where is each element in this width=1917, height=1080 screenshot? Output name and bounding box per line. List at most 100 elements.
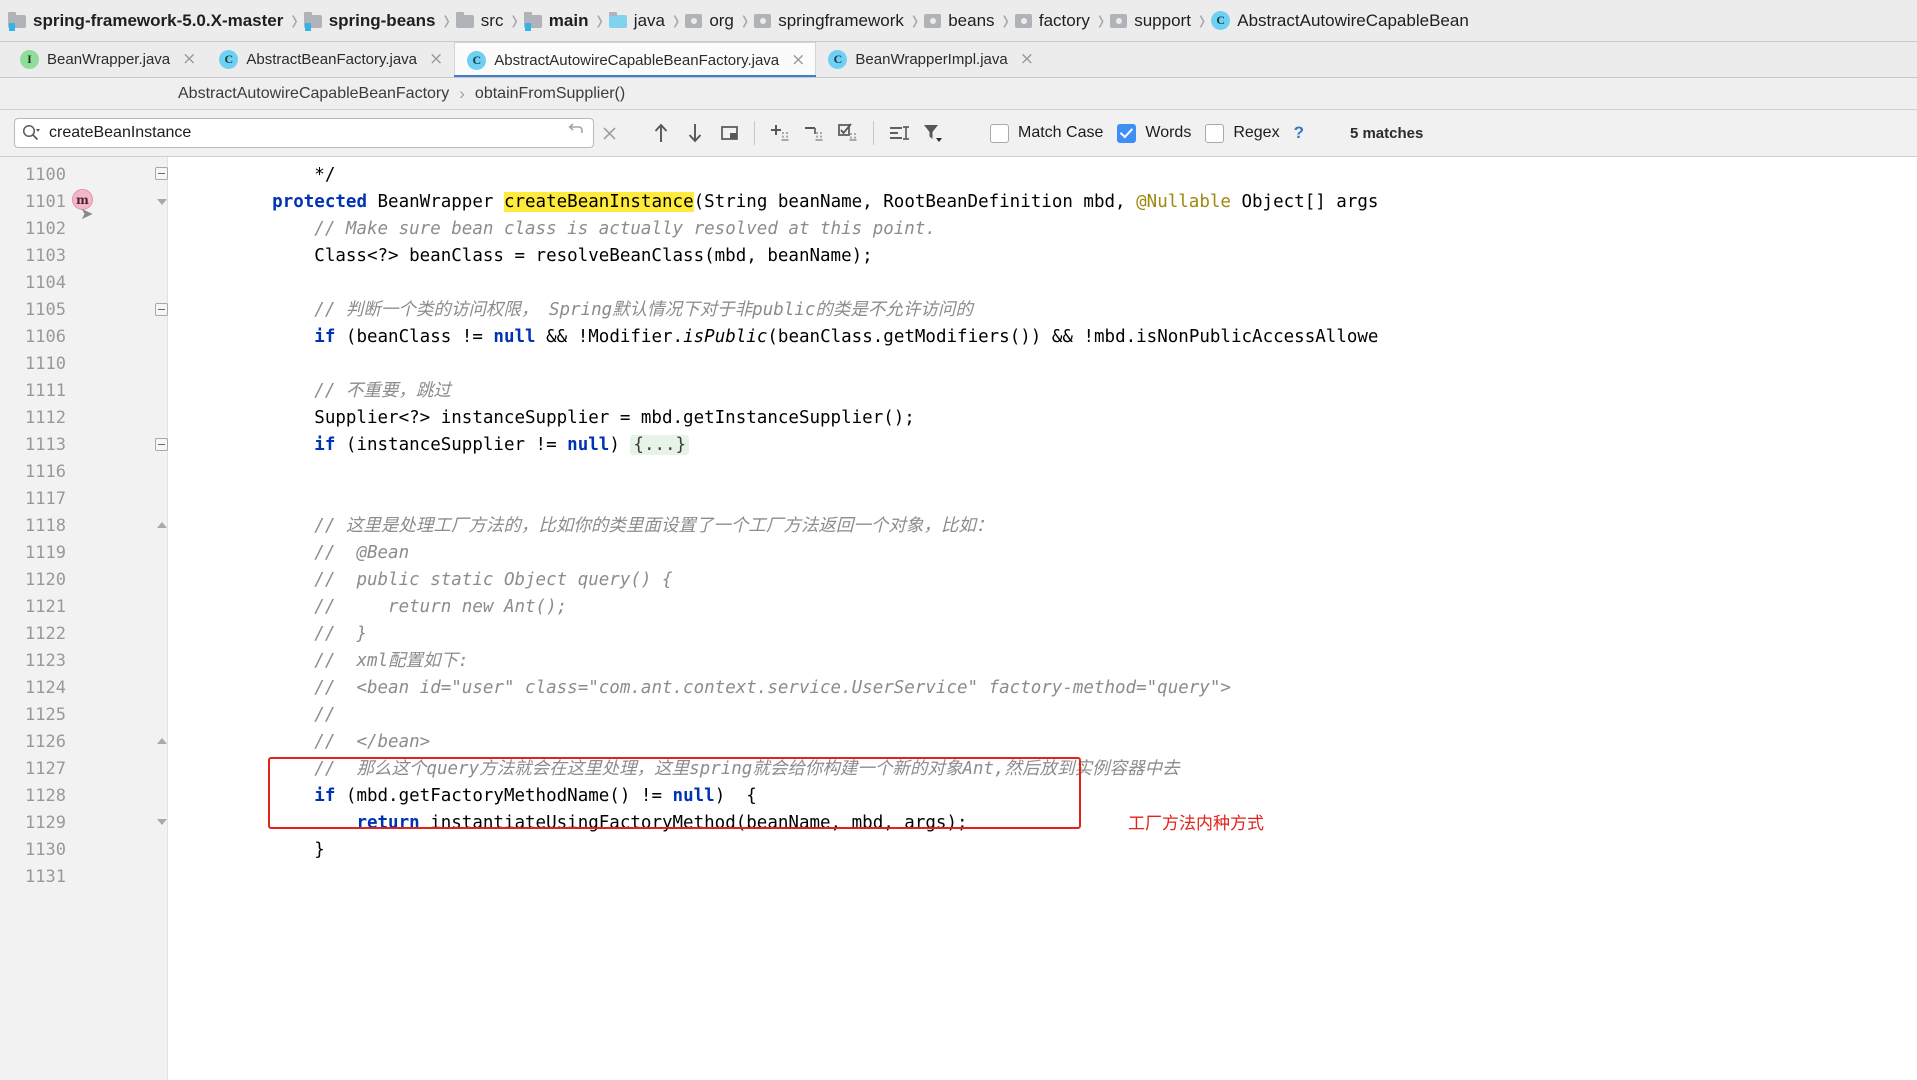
breadcrumb-method[interactable]: obtainFromSupplier() [475,85,625,103]
code-text-area[interactable]: */ protected BeanWrapper createBeanInsta… [168,157,1917,1080]
breadcrumb-item-java[interactable]: java [605,0,671,41]
find-option-match-case[interactable]: Match Case [990,123,1103,143]
find-next-icon[interactable] [678,116,712,150]
fold-toggle-1101[interactable] [155,195,168,208]
line-number: 1101 [25,192,66,212]
find-option-regex[interactable]: Regex [1205,123,1280,143]
editor-tab-bar: I BeanWrapper.java × C AbstractBeanFactory.j… [0,42,1917,78]
find-option-words[interactable]: Words [1117,123,1192,143]
editor-gutter[interactable]: 1100 1101 1102 1103 1104 1105 1106 1110 1111 1112… [0,157,168,1080]
line-number: 1127 [25,759,66,779]
search-field-container[interactable]: createBeanInstance [14,118,594,148]
line-number: 1128 [25,786,66,806]
breadcrumb-item-abstractautowirecapablebean[interactable]: C AbstractAutowireCapableBean [1207,0,1475,41]
fold-toggle-1106[interactable] [155,303,168,316]
editor-tab-label: BeanWrapper.java [47,51,171,68]
breadcrumb-item-factory[interactable]: factory [1011,0,1096,41]
code-line: // <bean id="user" class="com.ant.contex… [314,678,1231,698]
line-number: 1123 [25,651,66,671]
line-number: 1121 [25,597,66,617]
code-line: Class<?> beanClass = resolveBeanClass(mb… [230,246,873,266]
toolbar-divider-2 [873,121,874,145]
line-number: 1118 [25,516,66,536]
close-tab-icon[interactable]: × [791,51,805,69]
editor-tab-beanwrapper[interactable]: I BeanWrapper.java × [8,42,207,77]
open-in-find-window-icon[interactable] [712,116,746,150]
code-line: // xml配置如下: [314,651,469,671]
breadcrumb-item-org[interactable]: org [681,0,740,41]
fold-toggle-1118[interactable] [155,518,168,531]
breadcrumb-separator-icon: › [459,83,465,103]
breadcrumb-item-spring-framework-5-0-x-master[interactable]: spring-framework-5.0.X-master [4,0,289,41]
annotation-note-text: 工厂方法内种方式 [1128,814,1264,834]
editor-tab-abstractautowirecapablebeanfactory[interactable]: C AbstractAutowireCapableBeanFactory.java… [454,42,817,77]
clear-search-icon[interactable] [594,116,624,150]
filter-dropdown-icon[interactable] [916,116,950,150]
magnifier-with-dropdown-icon[interactable] [21,123,41,143]
line-number: 1104 [25,273,66,293]
line-number-column: 1100 1101 1102 1103 1104 1105 1106 1110 1111 1112… [0,157,72,891]
close-tab-icon[interactable]: × [1020,51,1034,68]
fold-toggle-1130[interactable] [155,815,168,828]
breadcrumb-item-springframework[interactable]: springframework [750,0,910,41]
line-number: 1112 [25,408,66,428]
add-occurrence-icon[interactable] [763,116,797,150]
select-all-occurrences-icon[interactable] [831,116,865,150]
line-number: 1131 [25,867,66,887]
checkbox-icon[interactable] [1205,123,1225,143]
breadcrumb-class[interactable]: AbstractAutowireCapableBeanFactory [178,85,449,103]
breadcrumb-item-support[interactable]: support [1106,0,1197,41]
breadcrumb-item-label: org [709,10,734,30]
fold-toggle-1127[interactable] [155,734,168,747]
line-number: 1113 [25,435,66,455]
breadcrumb-item-spring-beans[interactable]: spring-beans [300,0,442,41]
search-input[interactable]: createBeanInstance [49,124,566,142]
breadcrumb-item-beans[interactable]: beans [920,0,1000,41]
remove-occurrence-icon[interactable] [797,116,831,150]
code-line: if (mbd.getFactoryMethodName() != null) … [314,786,757,806]
code-line: // public static Object query() { [314,570,673,590]
breadcrumb-item-label: AbstractAutowireCapableBean [1237,10,1469,30]
code-editor[interactable]: 1100 1101 1102 1103 1104 1105 1106 1110 1111 1112… [0,157,1917,1080]
package-icon [1014,13,1032,28]
find-option-label: Words [1145,124,1192,141]
code-line: if (beanClass != null && !Modifier.isPub… [314,327,1379,347]
line-number: 1124 [25,678,66,698]
breadcrumb-chevron-icon: › [1002,3,1009,38]
code-line: // @Bean [314,543,410,563]
line-number: 1130 [25,840,66,860]
find-previous-icon[interactable] [644,116,678,150]
breadcrumb-chevron-icon: › [741,3,749,38]
editor-tab-beanwrapperimpl[interactable]: C BeanWrapperImpl.java × [816,42,1045,77]
breadcrumb-chevron-icon: › [291,3,298,38]
code-line: // </bean> [314,732,431,752]
find-help-link[interactable]: ? [1294,123,1304,143]
close-tab-icon[interactable]: × [429,51,443,68]
close-tab-icon[interactable]: × [182,51,196,68]
line-number: 1129 [25,813,66,833]
breadcrumb-item-src[interactable]: src [452,0,510,41]
editor-tab-abstractbeanfactory[interactable]: C AbstractBeanFactory.java × [207,42,454,77]
package-icon [924,13,942,28]
fold-toggle-1113[interactable] [155,438,168,451]
checkbox-checked-icon[interactable] [1117,123,1137,143]
breadcrumb-chevron-icon: › [596,3,603,38]
module-folder-icon [303,12,322,31]
code-line: return instantiateUsingFactoryMethod(bea… [356,813,968,833]
breadcrumb-item-main[interactable]: main [520,0,595,41]
search-history-icon[interactable] [566,121,585,145]
breadcrumb-chevron-icon: › [1198,3,1206,38]
checkbox-icon[interactable] [990,123,1009,143]
in-selection-icon[interactable] [882,116,916,150]
line-number: 1116 [25,462,66,482]
line-number: 1100 [25,165,66,185]
find-toolbar: createBeanInstance Match Case Words Rege… [0,110,1917,157]
fold-toggle-1100[interactable] [155,167,168,180]
breadcrumb-item-label: spring-framework-5.0.X-master [33,10,284,30]
run-method-arrow-icon[interactable]: ➤ [80,207,93,223]
breadcrumb-chevron-icon: › [672,3,680,38]
find-option-label: Regex [1233,124,1280,141]
code-line: */ [230,165,336,185]
line-number: 1110 [25,354,66,374]
